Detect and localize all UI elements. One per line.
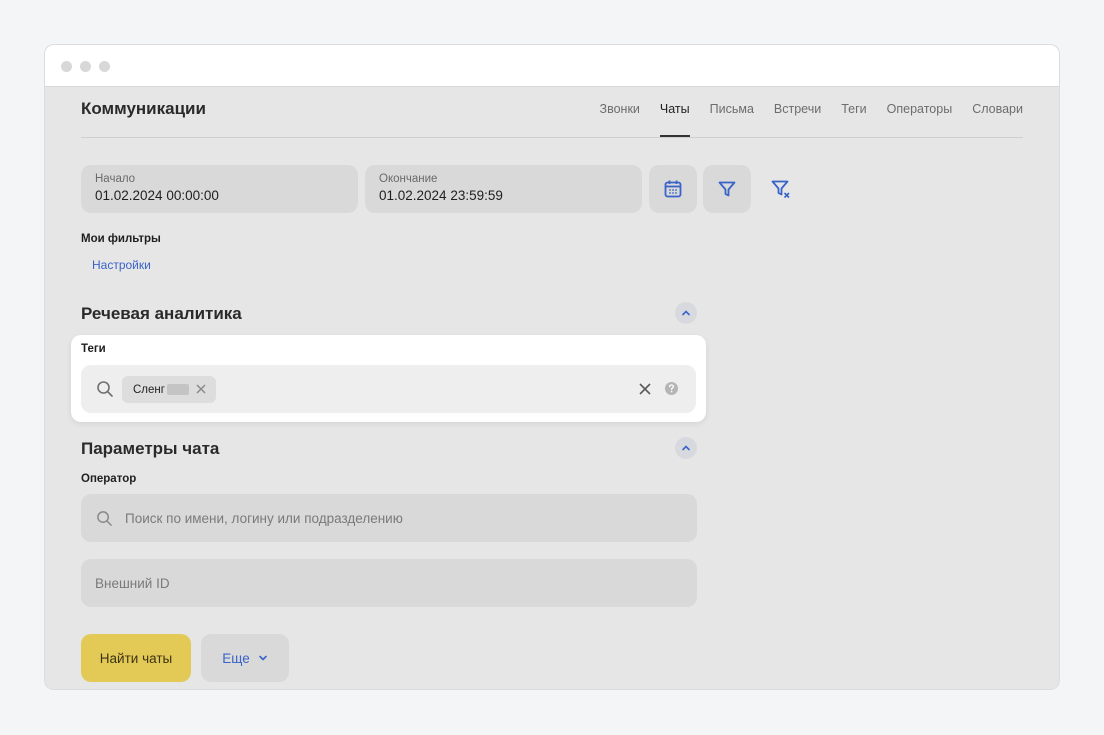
start-date-label: Начало — [95, 173, 136, 185]
tab-chats[interactable]: Чаты — [659, 102, 690, 137]
clear-icon[interactable] — [638, 382, 652, 396]
window-maximize-dot[interactable] — [99, 61, 110, 72]
filter-clear-icon — [771, 180, 790, 199]
chat-params-title: Параметры чата — [81, 439, 220, 458]
external-id-field[interactable]: Внешний ID — [81, 559, 697, 607]
chip-remove-icon[interactable] — [195, 383, 207, 395]
operator-search-placeholder: Поиск по имени, логину или подразделению — [125, 510, 403, 526]
tab-letters[interactable]: Письма — [710, 102, 754, 116]
start-date-field[interactable]: Начало 01.02.2024 00:00:00 — [81, 165, 358, 213]
find-chats-button[interactable]: Найти чаты — [81, 634, 191, 682]
section-tabs: Звонки Чаты Письма Встречи Теги Оператор… — [600, 102, 1023, 137]
window-close-dot[interactable] — [61, 61, 72, 72]
filter-icon — [718, 181, 736, 197]
tags-label: Теги — [81, 343, 106, 355]
tag-chip-label: Сленг — [133, 383, 165, 396]
calendar-button[interactable] — [649, 165, 697, 213]
page-title: Коммуникации — [81, 99, 206, 118]
tag-chip-redacted — [166, 384, 189, 395]
help-icon[interactable] — [664, 381, 679, 396]
search-icon — [97, 510, 112, 526]
end-date-value: 01.02.2024 23:59:59 — [379, 188, 503, 203]
speech-analytics-collapse-button[interactable] — [675, 302, 697, 324]
tab-calls[interactable]: Звонки — [600, 102, 640, 116]
my-filters-label: Мои фильтры — [81, 233, 161, 245]
speech-analytics-title: Речевая аналитика — [81, 304, 242, 323]
app-window: Коммуникации Звонки Чаты Письма Встречи … — [44, 44, 1060, 690]
filter-button[interactable] — [703, 165, 751, 213]
settings-link[interactable]: Настройки — [92, 258, 151, 272]
search-icon — [97, 381, 113, 397]
chevron-up-icon — [682, 445, 690, 451]
window-minimize-dot[interactable] — [80, 61, 91, 72]
header-divider — [81, 137, 1023, 138]
more-label: Еще — [222, 650, 250, 666]
external-id-placeholder: Внешний ID — [95, 575, 170, 591]
start-date-value: 01.02.2024 00:00:00 — [95, 188, 219, 203]
chevron-up-icon — [682, 310, 690, 316]
tags-card: Теги Сленг — [71, 335, 706, 422]
tab-dictionaries[interactable]: Словари — [972, 102, 1023, 116]
window-titlebar — [45, 45, 1059, 87]
clear-filters-button[interactable] — [757, 165, 805, 213]
operator-search-field[interactable]: Поиск по имени, логину или подразделению — [81, 494, 697, 542]
end-date-field[interactable]: Окончание 01.02.2024 23:59:59 — [365, 165, 642, 213]
tab-operators[interactable]: Операторы — [887, 102, 953, 116]
main-content: Коммуникации Звонки Чаты Письма Встречи … — [45, 87, 1059, 689]
tab-meetings[interactable]: Встречи — [774, 102, 821, 116]
find-chats-label: Найти чаты — [99, 650, 173, 666]
end-date-label: Окончание — [379, 173, 438, 185]
calendar-icon — [664, 180, 682, 198]
tags-input[interactable]: Сленг — [81, 365, 696, 413]
chevron-down-icon — [258, 655, 267, 661]
chat-params-collapse-button[interactable] — [675, 437, 697, 459]
tag-chip[interactable]: Сленг — [122, 376, 216, 403]
tab-tags[interactable]: Теги — [841, 102, 866, 116]
operator-label: Оператор — [81, 473, 137, 485]
more-button[interactable]: Еще — [201, 634, 289, 682]
